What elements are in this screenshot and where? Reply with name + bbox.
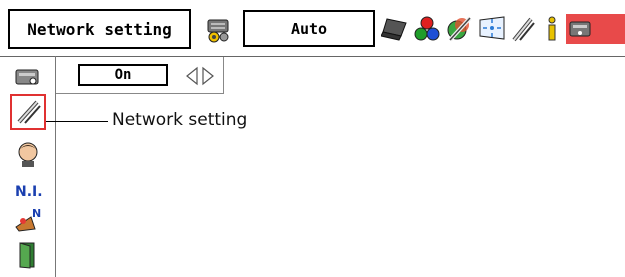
left-right-arrows-icon[interactable]: [183, 66, 217, 86]
network-icon[interactable]: [566, 14, 625, 44]
projector-input-icon[interactable]: [205, 14, 233, 44]
menu-title: Network setting: [8, 9, 191, 49]
ni-label: N.I.: [15, 184, 43, 200]
setting-tools-icon[interactable]: [509, 14, 537, 44]
person-icon[interactable]: [13, 140, 43, 168]
color-balls-icon[interactable]: [413, 14, 441, 44]
screen-icon[interactable]: [478, 14, 506, 44]
projector-icon[interactable]: [13, 62, 43, 90]
setting-value[interactable]: On: [78, 64, 168, 86]
information-icon[interactable]: [538, 14, 566, 44]
ni-icon[interactable]: N.I.: [13, 176, 43, 204]
laptop-icon[interactable]: [381, 14, 409, 44]
exit-door-icon[interactable]: [13, 241, 43, 269]
n-label: N: [32, 207, 41, 220]
image-adjust-icon[interactable]: [446, 14, 474, 44]
callout-label: Network setting: [112, 110, 248, 130]
network-upgrade-icon[interactable]: N: [13, 205, 43, 233]
input-mode-display[interactable]: Auto: [243, 10, 375, 47]
network-setting-icon[interactable]: [13, 98, 43, 126]
callout-line: [46, 121, 108, 122]
